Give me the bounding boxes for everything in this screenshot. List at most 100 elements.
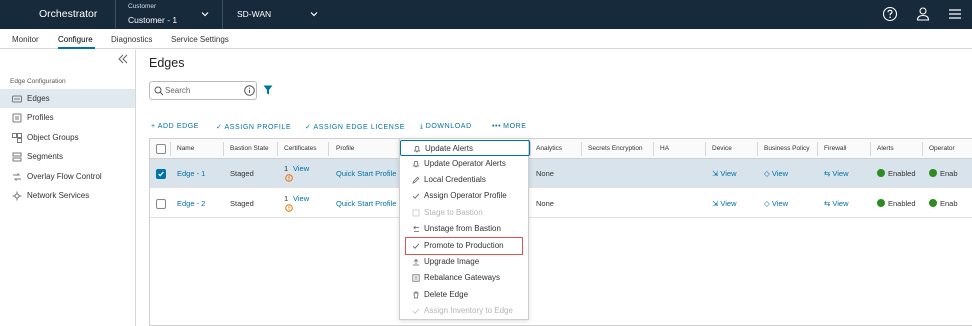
sidebar-item-edges[interactable]: Edges — [0, 89, 135, 108]
operator-alerts-label: Enab — [940, 169, 958, 178]
firewall-view-label: View — [832, 199, 849, 208]
search-input[interactable] — [165, 83, 239, 98]
filter-icon[interactable] — [263, 85, 273, 95]
column-header-alerts[interactable]: Alerts — [877, 145, 894, 152]
column-header-secrets-encryption[interactable]: Secrets Encryption — [588, 145, 643, 152]
table-row[interactable]: Edge - 2 Staged 1 View Quick Start Profi… — [150, 189, 972, 218]
column-header-name[interactable]: Name — [177, 145, 194, 152]
overlay-flow-icon — [13, 173, 21, 181]
menu-item-label: Update Operator Alerts — [424, 159, 506, 168]
sidebar-item-profiles[interactable]: Profiles — [0, 108, 135, 127]
pencil-icon — [412, 176, 420, 184]
edge-name-link[interactable]: Edge - 1 — [177, 169, 205, 178]
info-icon[interactable] — [244, 85, 255, 96]
menu-item-local-credentials[interactable]: Local Credentials — [400, 172, 530, 188]
more-actions-menu: Update Alerts Update Operator Alerts Loc… — [399, 138, 530, 320]
main-nav-tabs: Monitor Configure Diagnostics Service Se… — [0, 29, 972, 49]
menu-item-assign-inventory-to-edge: Assign Inventory to Edge — [400, 303, 530, 319]
customer-selector[interactable]: Customer - 1 — [128, 15, 177, 25]
help-icon[interactable] — [882, 6, 898, 22]
row-checkbox[interactable] — [156, 169, 166, 179]
operator-alerts-label: Enab — [940, 199, 958, 208]
firewall-view-link[interactable]: ⇆ View — [824, 199, 849, 208]
assign-profile-button[interactable]: ✓ ASSIGN PROFILE — [216, 123, 291, 131]
unstage-icon — [413, 225, 419, 232]
chevron-down-icon[interactable] — [310, 10, 318, 18]
menu-item-upgrade-image[interactable]: Upgrade Image — [400, 254, 530, 270]
menu-icon[interactable] — [947, 6, 963, 22]
sidebar-item-overlay-flow-control[interactable]: Overlay Flow Control — [0, 167, 135, 186]
product-selector[interactable]: SD-WAN — [237, 9, 271, 19]
tab-diagnostics[interactable]: Diagnostics — [111, 35, 152, 44]
tab-monitor[interactable]: Monitor — [12, 35, 39, 44]
column-separator — [653, 142, 654, 156]
chevron-down-icon[interactable] — [201, 10, 209, 18]
firewall-view-link[interactable]: ⇆ View — [824, 169, 849, 178]
menu-item-stage-to-bastion: Stage to Bastion — [400, 205, 530, 221]
user-icon[interactable] — [915, 6, 931, 22]
more-button[interactable]: ••• MORE — [492, 123, 527, 130]
alerts-status-label: Enabled — [888, 199, 916, 208]
select-all-checkbox[interactable] — [156, 144, 166, 154]
collapse-sidebar-icon[interactable] — [117, 54, 129, 64]
business-policy-view-link[interactable]: ◇ View — [764, 199, 788, 208]
customer-label: Customer — [128, 3, 157, 10]
search-icon — [154, 86, 164, 96]
menu-item-update-operator-alerts[interactable]: Update Operator Alerts — [400, 156, 530, 172]
column-header-analytics[interactable]: Analytics — [536, 145, 562, 152]
page-title: Edges — [149, 56, 185, 70]
column-header-operator[interactable]: Operator — [929, 145, 955, 152]
column-header-certificates[interactable]: Certificates — [284, 145, 317, 152]
check-icon — [412, 308, 420, 314]
device-view-link[interactable]: ⇲ View — [712, 199, 737, 208]
add-edge-button[interactable]: + ADD EDGE — [151, 123, 199, 130]
sidebar-item-label: Network Services — [27, 191, 90, 200]
menu-item-label: Upgrade Image — [424, 257, 480, 266]
certificate-view-link[interactable]: View — [293, 164, 309, 173]
assign-edge-license-button[interactable]: ✓ ASSIGN EDGE LICENSE — [305, 123, 405, 131]
column-separator — [581, 142, 582, 156]
check-icon — [412, 193, 420, 199]
search-box — [149, 81, 257, 100]
table-row[interactable]: Edge - 1 Staged 1 View Quick Start Profi… — [150, 159, 972, 188]
profiles-icon — [12, 113, 22, 123]
device-view-link[interactable]: ⇲ View — [712, 169, 737, 178]
tab-configure[interactable]: Configure — [58, 35, 93, 44]
analytics-value: None — [536, 199, 554, 208]
more-label: MORE — [503, 123, 527, 130]
menu-item-promote-to-production[interactable]: Promote to Production — [405, 237, 523, 255]
menu-item-delete-edge[interactable]: Delete Edge — [400, 287, 530, 303]
active-tab-indicator — [58, 47, 95, 49]
download-button[interactable]: ⤓ DOWNLOAD — [420, 123, 472, 131]
profile-link[interactable]: Quick Start Profile — [336, 199, 396, 208]
shield-icon: ◇ — [764, 199, 772, 208]
menu-item-unstage-from-bastion[interactable]: Unstage from Bastion — [400, 221, 530, 237]
assign-edge-license-label: ASSIGN EDGE LICENSE — [313, 124, 406, 131]
column-header-firewall[interactable]: Firewall — [824, 145, 846, 152]
sidebar-item-label: Profiles — [27, 113, 54, 122]
column-header-ha[interactable]: HA — [660, 145, 669, 152]
check-icon — [412, 243, 420, 249]
tab-service-settings[interactable]: Service Settings — [171, 35, 229, 44]
column-header-profile[interactable]: Profile — [336, 145, 354, 152]
business-policy-view-link[interactable]: ◇ View — [764, 169, 788, 178]
edge-name-link[interactable]: Edge - 2 — [177, 199, 205, 208]
column-separator — [705, 142, 706, 156]
certificate-view-link[interactable]: View — [293, 194, 309, 203]
column-header-business-policy[interactable]: Business Policy — [764, 145, 810, 152]
profile-link[interactable]: Quick Start Profile — [336, 169, 396, 178]
check-circle-icon — [877, 169, 885, 177]
column-header-bastion-state[interactable]: Bastion State — [230, 145, 269, 152]
column-separator — [530, 142, 531, 156]
app-brand[interactable]: Orchestrator — [39, 8, 97, 20]
sidebar-item-network-services[interactable]: Network Services — [0, 186, 135, 205]
sidebar-item-object-groups[interactable]: Object Groups — [0, 128, 135, 147]
menu-item-label: Assign Inventory to Edge — [424, 306, 513, 315]
column-header-device[interactable]: Device — [712, 145, 732, 152]
menu-item-rebalance-gateways[interactable]: Rebalance Gateways — [400, 270, 530, 286]
sidebar-item-segments[interactable]: Segments — [0, 147, 135, 166]
menu-item-assign-operator-profile[interactable]: Assign Operator Profile — [400, 188, 530, 204]
menu-item-update-alerts[interactable]: Update Alerts — [400, 140, 530, 156]
menu-item-label: Update Alerts — [425, 144, 474, 153]
row-checkbox[interactable] — [156, 199, 166, 209]
